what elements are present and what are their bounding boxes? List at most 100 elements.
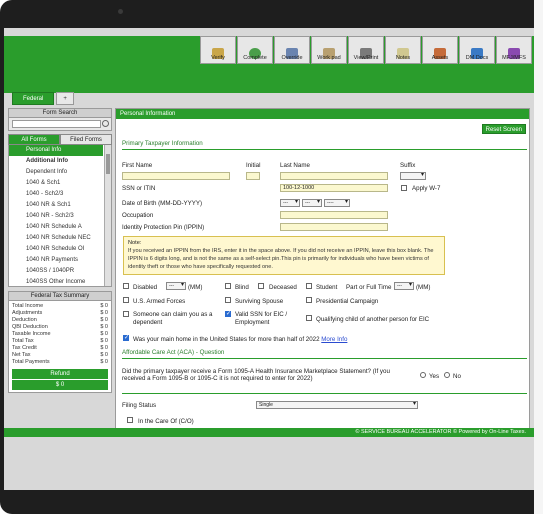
- summary-title: Federal Tax Summary: [8, 291, 112, 301]
- qualifying-child-checkbox[interactable]: [306, 315, 312, 321]
- note-text: If you received an IPPIN from the IRS, e…: [128, 248, 434, 270]
- summary-label: Deduction: [12, 317, 37, 323]
- last-name-field[interactable]: [280, 172, 388, 180]
- assets-button[interactable]: Assets: [422, 36, 458, 64]
- device-frame: Verify Complete Override Work pad View/P…: [0, 0, 543, 514]
- workpad-button[interactable]: Work pad: [311, 36, 347, 64]
- summary-value: $ 0: [100, 331, 108, 337]
- view-print-label: View/Print: [353, 55, 379, 61]
- presidential-campaign-checkbox[interactable]: [306, 297, 312, 303]
- form-list-scrollbar[interactable]: [104, 145, 111, 286]
- occupation-label: Occupation: [122, 212, 154, 219]
- mfj-mfs-button[interactable]: MFJ/MFS: [496, 36, 532, 64]
- form-item[interactable]: 1040SS Other Income: [9, 277, 111, 286]
- summary-row: Total Income $ 0: [12, 303, 108, 310]
- dob-month-select[interactable]: ---: [280, 199, 300, 207]
- summary-body: Total Income $ 0 Adjustments $ 0 Deduction…: [8, 301, 112, 393]
- aca-question: Did the primary taxpayer receive a Form …: [122, 368, 390, 382]
- scrollbar-thumb[interactable]: [106, 154, 110, 174]
- reset-screen-button[interactable]: Reset Screen: [481, 124, 526, 134]
- form-item[interactable]: 1040 NR Schedule NEC: [9, 233, 111, 244]
- summary-label: Net Tax: [12, 352, 31, 358]
- ippin-field[interactable]: [280, 223, 388, 231]
- presidential-campaign-label: Presidential Campaign: [316, 298, 379, 305]
- summary-row: Adjustments $ 0: [12, 310, 108, 317]
- refund-label: Refund: [12, 369, 108, 379]
- valid-ssn-label: Valid SSN for EIC / Employment: [235, 311, 288, 326]
- notes-button[interactable]: Notes: [385, 36, 421, 64]
- disabled-label: Disabled: [133, 284, 158, 291]
- surviving-spouse-label: Surviving Spouse: [235, 298, 284, 305]
- care-of-checkbox[interactable]: [127, 417, 133, 423]
- summary-label: Total Tax: [12, 338, 34, 344]
- search-icon[interactable]: [102, 120, 109, 127]
- summary-label: Adjustments: [12, 310, 43, 316]
- ippin-note: Note: If you received an IPPIN from the …: [123, 236, 445, 275]
- summary-row: Net Tax $ 0: [12, 352, 108, 359]
- surviving-spouse-checkbox[interactable]: [225, 297, 231, 303]
- verify-button[interactable]: Verify: [200, 36, 236, 64]
- section-divider: [122, 149, 527, 150]
- mfj-mfs-label: MFJ/MFS: [502, 55, 526, 61]
- first-name-label: First Name: [122, 162, 153, 169]
- form-item[interactable]: 1040 NR - Sch2/3: [9, 211, 111, 222]
- dob-label: Date of Birth (MM-DD-YYYY): [122, 200, 203, 207]
- summary-label: Total Payments: [12, 359, 50, 365]
- ippin-label: Identity Protection Pin (IPPIN): [122, 224, 205, 231]
- disabled-mm-label: (MM): [188, 284, 203, 291]
- form-item[interactable]: 1040 NR Schedule A: [9, 222, 111, 233]
- form-item[interactable]: 1040 NR & Sch1: [9, 200, 111, 211]
- form-item-personal-info[interactable]: Personal Info: [9, 145, 103, 156]
- dm-docs-button[interactable]: DM Docs: [459, 36, 495, 64]
- override-button[interactable]: Override: [274, 36, 310, 64]
- summary-value: $ 0: [100, 359, 108, 365]
- suffix-select[interactable]: [400, 172, 426, 180]
- summary-value: $ 0: [100, 345, 108, 351]
- us-armed-forces-label: U.S. Armed Forces: [133, 298, 186, 305]
- form-item-additional-info[interactable]: Additional Info: [9, 156, 111, 167]
- dob-year-select[interactable]: ----: [324, 199, 350, 207]
- summary-value: $ 0: [100, 338, 108, 344]
- part-full-time-select[interactable]: ---: [394, 282, 414, 290]
- blind-checkbox[interactable]: [225, 283, 231, 289]
- valid-ssn-checkbox[interactable]: [225, 310, 231, 317]
- complete-button[interactable]: Complete: [237, 36, 273, 64]
- ssn-field[interactable]: 100-12-1000: [280, 184, 388, 192]
- form-item[interactable]: 1040 NR Schedule OI: [9, 244, 111, 255]
- form-item[interactable]: 1040 - Sch2/3: [9, 189, 111, 200]
- first-name-field[interactable]: [122, 172, 230, 180]
- filing-status-select[interactable]: Single: [256, 401, 418, 409]
- claimed-dependent-checkbox[interactable]: [123, 311, 129, 317]
- deceased-checkbox[interactable]: [258, 283, 264, 289]
- occupation-field[interactable]: [280, 211, 388, 219]
- add-tab-button[interactable]: +: [56, 92, 74, 105]
- last-name-label: Last Name: [280, 162, 310, 169]
- page-title: Personal Information: [116, 109, 529, 119]
- aca-no-radio[interactable]: [444, 372, 450, 378]
- student-checkbox[interactable]: [306, 283, 312, 289]
- ssn-label: SSN or ITIN: [122, 185, 156, 192]
- form-item[interactable]: 1040SS / 1040PR: [9, 266, 111, 277]
- form-item[interactable]: 1040 & Sch1: [9, 178, 111, 189]
- tab-filed-forms[interactable]: Filed Forms: [60, 134, 112, 145]
- main-home-us-checkbox[interactable]: [123, 334, 129, 341]
- more-info-link[interactable]: More Info: [321, 336, 347, 343]
- tab-all-forms[interactable]: All Forms: [8, 134, 60, 145]
- background-edge: [534, 0, 543, 514]
- apply-w7-checkbox[interactable]: [401, 185, 407, 191]
- us-armed-forces-checkbox[interactable]: [123, 297, 129, 303]
- disabled-month-select[interactable]: ---: [166, 282, 186, 290]
- form-item[interactable]: Dependent Info: [9, 167, 111, 178]
- form-item[interactable]: 1040 NR Payments: [9, 255, 111, 266]
- aca-yes-radio[interactable]: [420, 372, 426, 378]
- form-search-input[interactable]: [12, 120, 101, 128]
- aca-section-title: Affordable Care Act (ACA) - Question: [122, 349, 225, 356]
- summary-label: Total Income: [12, 303, 44, 309]
- tab-federal[interactable]: Federal: [12, 92, 55, 105]
- view-print-button[interactable]: View/Print: [348, 36, 384, 64]
- dob-day-select[interactable]: ---: [302, 199, 322, 207]
- aca-yes-label: Yes: [429, 373, 440, 380]
- main-home-us-label: Was your main home in the United States …: [133, 336, 320, 343]
- initial-field[interactable]: [246, 172, 260, 180]
- disabled-checkbox[interactable]: [123, 283, 129, 289]
